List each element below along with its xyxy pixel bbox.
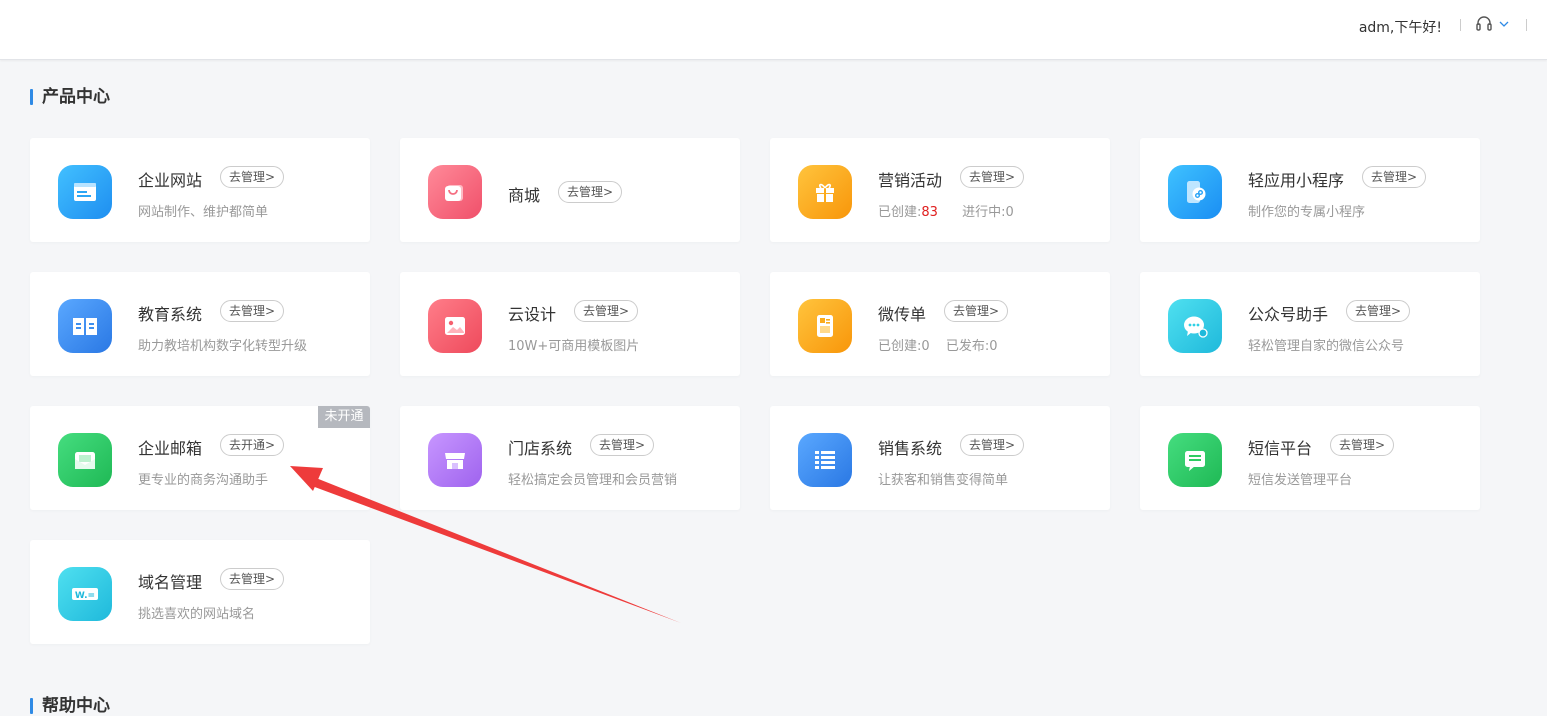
product-description: 让获客和销售变得简单 <box>878 473 1009 488</box>
product-name: 教育系统 <box>138 305 203 324</box>
section-title-product-center: 产品中心 <box>30 87 110 107</box>
manage-button[interactable]: 去管理> <box>1330 434 1395 456</box>
product-card-sales[interactable]: 销售系统 去管理> 让获客和销售变得简单 <box>770 406 1110 510</box>
product-name: 短信平台 <box>1248 439 1313 458</box>
product-description: 制作您的专属小程序 <box>1248 205 1366 220</box>
domain-icon: W.= <box>58 567 112 621</box>
product-name: 销售系统 <box>878 439 943 458</box>
image-icon <box>428 299 482 353</box>
in-progress-count: 0 <box>1005 205 1014 220</box>
product-name: 营销活动 <box>878 171 943 190</box>
mail-icon <box>58 433 112 487</box>
manage-button[interactable]: 去管理> <box>1346 300 1411 322</box>
product-card-cloud-design[interactable]: 云设计 去管理> 10W+可商用模板图片 <box>400 272 740 376</box>
product-description: 更专业的商务沟通助手 <box>138 473 269 488</box>
product-card-mall[interactable]: 商城 去管理> <box>400 138 740 242</box>
published-count: 0 <box>989 339 998 354</box>
manage-button[interactable]: 去管理> <box>220 568 285 590</box>
product-card-mini-program[interactable]: 轻应用小程序 去管理> 制作您的专属小程序 <box>1140 138 1480 242</box>
created-label: 已创建: <box>878 339 922 354</box>
product-card-education[interactable]: 教育系统 去管理> 助力教培机构数字化转型升级 <box>30 272 370 376</box>
in-progress-label: 进行中: <box>962 205 1006 220</box>
product-name: 公众号助手 <box>1248 305 1329 324</box>
user-greeting[interactable]: adm,下午好! <box>1359 17 1442 37</box>
top-bar: adm,下午好! <box>0 0 1547 60</box>
flyer-icon <box>798 299 852 353</box>
svg-text:W.=: W.= <box>75 591 95 601</box>
product-name: 轻应用小程序 <box>1248 171 1345 190</box>
created-label: 已创建: <box>878 205 922 220</box>
not-activated-badge: 未开通 <box>318 406 370 428</box>
product-name: 云设计 <box>508 305 557 324</box>
product-card-enterprise-mail[interactable]: 企业邮箱 去开通> 更专业的商务沟通助手 未开通 <box>30 406 370 510</box>
manage-button[interactable]: 去管理> <box>220 166 285 188</box>
product-name: 企业网站 <box>138 171 203 190</box>
website-icon <box>58 165 112 219</box>
sms-icon <box>1168 433 1222 487</box>
product-description: 网站制作、维护都简单 <box>138 205 269 220</box>
mini-program-icon <box>1168 165 1222 219</box>
product-stats: 已创建:83 进行中:0 <box>878 201 1014 220</box>
product-card-domain[interactable]: W.= 域名管理 去管理> 挑选喜欢的网站域名 <box>30 540 370 644</box>
created-count: 83 <box>921 205 938 220</box>
divider <box>1460 19 1461 31</box>
product-description: 轻松搞定会员管理和会员营销 <box>508 473 678 488</box>
product-description: 挑选喜欢的网站域名 <box>138 607 256 622</box>
book-icon <box>58 299 112 353</box>
created-count: 0 <box>921 339 930 354</box>
activate-button[interactable]: 去开通> <box>220 434 285 456</box>
wechat-icon <box>1168 299 1222 353</box>
product-card-store[interactable]: 门店系统 去管理> 轻松搞定会员管理和会员营销 <box>400 406 740 510</box>
published-label: 已发布: <box>945 339 990 354</box>
product-card-official-account[interactable]: 公众号助手 去管理> 轻松管理自家的微信公众号 <box>1140 272 1480 376</box>
product-card-sms[interactable]: 短信平台 去管理> 短信发送管理平台 <box>1140 406 1480 510</box>
manage-button[interactable]: 去管理> <box>574 300 639 322</box>
product-name: 商城 <box>508 186 541 205</box>
product-description: 10W+可商用模板图片 <box>508 339 640 354</box>
product-name: 门店系统 <box>508 439 573 458</box>
shopping-bag-icon <box>428 165 482 219</box>
product-name: 企业邮箱 <box>138 439 203 458</box>
product-name: 微传单 <box>878 305 927 324</box>
manage-button[interactable]: 去管理> <box>960 166 1025 188</box>
product-card-flyer[interactable]: 微传单 去管理> 已创建:0 已发布:0 <box>770 272 1110 376</box>
product-description: 短信发送管理平台 <box>1248 473 1353 488</box>
product-description: 助力教培机构数字化转型升级 <box>138 339 308 354</box>
product-description: 轻松管理自家的微信公众号 <box>1248 339 1405 354</box>
manage-button[interactable]: 去管理> <box>1362 166 1427 188</box>
gift-icon <box>798 165 852 219</box>
section-title-help-center: 帮助中心 <box>30 696 110 716</box>
manage-button[interactable]: 去管理> <box>558 181 623 203</box>
manage-button[interactable]: 去管理> <box>960 434 1025 456</box>
manage-button[interactable]: 去管理> <box>944 300 1009 322</box>
divider <box>1526 19 1527 31</box>
product-card-marketing[interactable]: 营销活动 去管理> 已创建:83 进行中:0 <box>770 138 1110 242</box>
manage-button[interactable]: 去管理> <box>590 434 655 456</box>
chevron-down-icon[interactable] <box>1498 18 1510 30</box>
product-card-website[interactable]: 企业网站 去管理> 网站制作、维护都简单 <box>30 138 370 242</box>
product-stats: 已创建:0 已发布:0 <box>878 335 997 354</box>
store-icon <box>428 433 482 487</box>
product-name: 域名管理 <box>138 573 203 592</box>
manage-button[interactable]: 去管理> <box>220 300 285 322</box>
headset-icon[interactable] <box>1474 14 1494 34</box>
list-icon <box>798 433 852 487</box>
